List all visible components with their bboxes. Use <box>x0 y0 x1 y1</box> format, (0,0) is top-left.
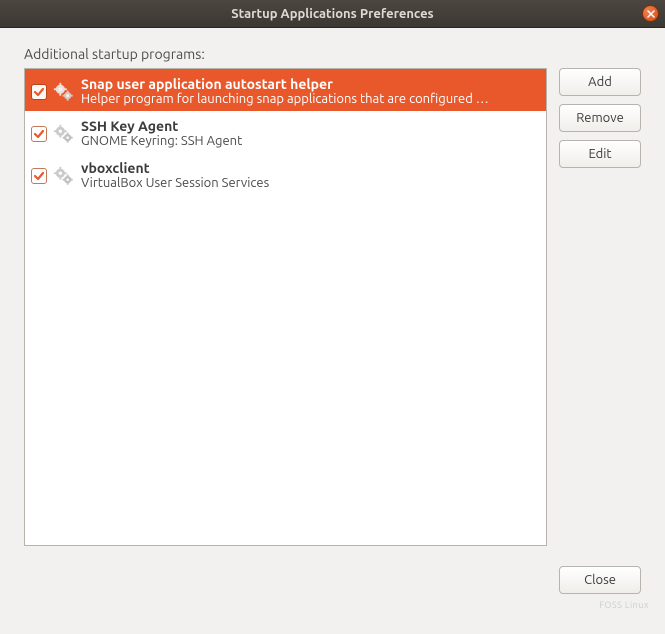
enable-checkbox[interactable] <box>31 126 47 142</box>
startup-programs-list[interactable]: Snap user application autostart helperHe… <box>24 68 547 546</box>
remove-button[interactable]: Remove <box>559 104 641 132</box>
content-area: Additional startup programs: Snap user a… <box>0 28 665 560</box>
gears-icon <box>53 81 75 103</box>
enable-checkbox[interactable] <box>31 84 47 100</box>
close-button[interactable]: Close <box>559 566 641 594</box>
enable-checkbox[interactable] <box>31 168 47 184</box>
list-item-text: SSH Key AgentGNOME Keyring: SSH Agent <box>81 116 540 148</box>
gears-icon <box>53 165 75 187</box>
list-item-title: SSH Key Agent <box>81 118 540 134</box>
footer: Close <box>0 566 665 608</box>
add-button[interactable]: Add <box>559 68 641 96</box>
list-item-title: Snap user application autostart helper <box>81 76 540 92</box>
window-title: Startup Applications Preferences <box>231 7 433 21</box>
list-item[interactable]: Snap user application autostart helperHe… <box>25 69 546 111</box>
list-item[interactable]: SSH Key AgentGNOME Keyring: SSH Agent <box>25 111 546 153</box>
button-column: Add Remove Edit <box>559 68 641 546</box>
edit-button[interactable]: Edit <box>559 140 641 168</box>
list-item-title: vboxclient <box>81 160 540 176</box>
section-label: Additional startup programs: <box>24 46 641 62</box>
titlebar: Startup Applications Preferences <box>0 0 665 28</box>
list-item-text: vboxclientVirtualBox User Session Servic… <box>81 158 540 190</box>
gears-icon <box>53 123 75 145</box>
list-item-description: GNOME Keyring: SSH Agent <box>81 134 540 148</box>
list-item-text: Snap user application autostart helperHe… <box>81 74 540 106</box>
list-item[interactable]: vboxclientVirtualBox User Session Servic… <box>25 153 546 195</box>
window-close-button[interactable] <box>642 5 659 22</box>
list-item-description: VirtualBox User Session Services <box>81 176 540 190</box>
main-row: Snap user application autostart helperHe… <box>24 68 641 546</box>
list-item-description: Helper program for launching snap applic… <box>81 92 540 106</box>
close-icon <box>647 10 655 18</box>
